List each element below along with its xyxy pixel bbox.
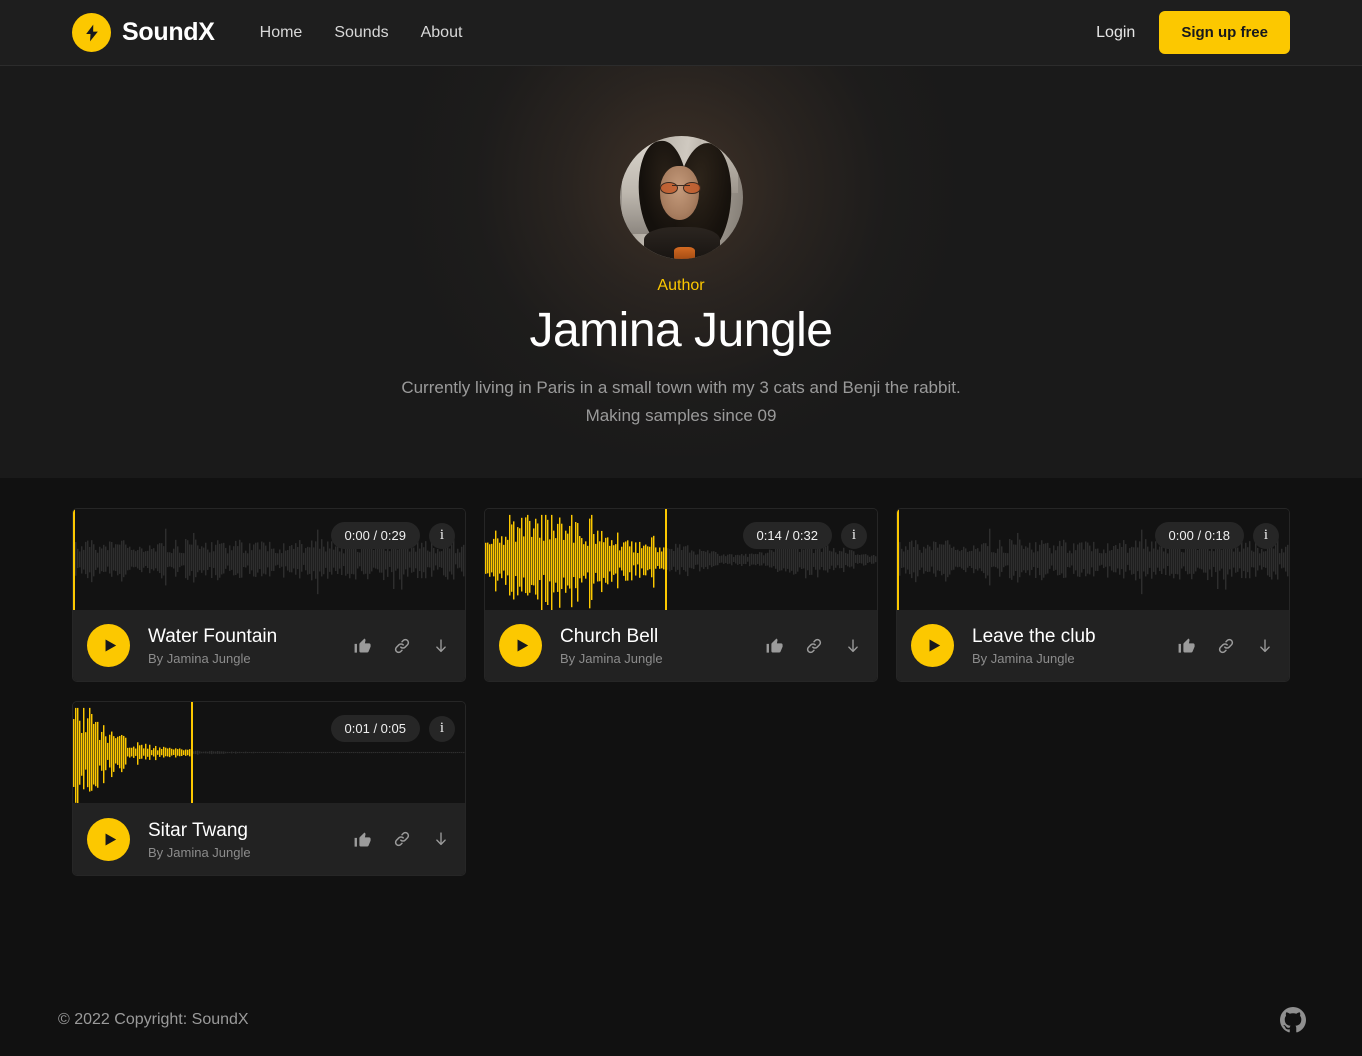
footer-social (1280, 1007, 1306, 1033)
play-icon (929, 639, 940, 652)
link-icon[interactable] (1216, 636, 1236, 656)
download-icon[interactable] (432, 829, 450, 849)
track-title: Water Fountain (148, 626, 278, 647)
waveform-overlay: 0:14 / 0:32 i (742, 522, 867, 549)
waveform-seek-area[interactable]: 0:01 / 0:05 i (73, 702, 465, 803)
waveform-seek-area[interactable]: 0:14 / 0:32 i (485, 509, 877, 610)
card-footer: Leave the club By Jamina Jungle (897, 610, 1289, 681)
playhead-cursor (190, 702, 193, 803)
info-button[interactable]: i (429, 522, 455, 549)
sound-card-grid: 0:00 / 0:29 i Water Fountain By Jamina Jung… (72, 508, 1290, 876)
card-footer: Church Bell By Jamina Jungle (485, 610, 877, 681)
waveform-overlay: 0:00 / 0:29 i (330, 522, 455, 549)
info-button[interactable]: i (429, 715, 455, 742)
thumbs-up-icon[interactable] (1177, 636, 1196, 655)
brand-logo-link[interactable]: SoundX (72, 13, 215, 52)
track-meta: Church Bell By Jamina Jungle (560, 625, 757, 666)
track-title: Leave the club (972, 626, 1096, 647)
signup-button[interactable]: Sign up free (1159, 11, 1290, 54)
sounds-section: 0:00 / 0:29 i Water Fountain By Jamina Jung… (0, 478, 1362, 876)
thumbs-up-icon[interactable] (765, 636, 784, 655)
brand-name: SoundX (122, 18, 215, 46)
track-meta: Leave the club By Jamina Jungle (972, 625, 1169, 666)
play-button[interactable] (87, 624, 130, 667)
sound-card: 0:01 / 0:05 i Sitar Twang By Jamina Jungle (72, 701, 466, 876)
card-footer: Water Fountain By Jamina Jungle (73, 610, 465, 681)
play-icon (105, 832, 116, 846)
nav-link-sounds[interactable]: Sounds (334, 24, 388, 42)
track-title: Sitar Twang (148, 819, 248, 841)
info-button[interactable]: i (841, 522, 867, 549)
time-display: 0:01 / 0:05 (330, 715, 420, 742)
play-button[interactable] (87, 817, 130, 861)
play-button[interactable] (911, 624, 954, 667)
info-button[interactable]: i (1253, 522, 1279, 549)
waveform-seek-area[interactable]: 0:00 / 0:18 i (897, 509, 1289, 610)
track-actions (353, 829, 450, 849)
playhead-cursor (665, 509, 668, 610)
thumbs-up-icon[interactable] (353, 636, 372, 655)
track-title: Church Bell (560, 626, 659, 647)
link-icon[interactable] (392, 829, 412, 849)
playhead-cursor (73, 509, 75, 610)
playhead-cursor (897, 509, 899, 610)
time-display: 0:14 / 0:32 (742, 522, 832, 549)
avatar (619, 136, 743, 259)
card-footer: Sitar Twang By Jamina Jungle (73, 803, 465, 875)
track-actions (765, 636, 862, 656)
play-button[interactable] (499, 624, 542, 667)
link-icon[interactable] (392, 636, 412, 656)
play-icon (105, 639, 116, 652)
waveform-overlay: 0:01 / 0:05 i (330, 715, 455, 742)
site-footer: © 2022 Copyright: SoundX (0, 984, 1362, 1056)
sound-card: 0:14 / 0:32 i Church Bell By Jamina Jungle (484, 508, 878, 682)
nav-links: Home Sounds About (260, 24, 463, 42)
nav-actions: Login Sign up free (1096, 11, 1290, 54)
hero-kicker: Author (657, 277, 705, 294)
play-icon (517, 639, 528, 652)
sound-card: 0:00 / 0:29 i Water Fountain By Jamina Jung… (72, 508, 466, 682)
time-display: 0:00 / 0:29 (330, 522, 420, 549)
download-icon[interactable] (1256, 636, 1274, 656)
thumbs-up-icon[interactable] (353, 830, 372, 849)
github-link[interactable] (1280, 1007, 1306, 1033)
hero-bio: Currently living in Paris in a small tow… (401, 378, 961, 425)
track-meta: Sitar Twang By Jamina Jungle (148, 819, 345, 860)
avatar-photo (619, 136, 743, 259)
track-actions (353, 636, 450, 656)
login-link[interactable]: Login (1096, 24, 1135, 42)
nav-link-home[interactable]: Home (260, 24, 303, 42)
page-title: Jamina Jungle (529, 304, 833, 357)
track-actions (1177, 636, 1274, 656)
waveform-seek-area[interactable]: 0:00 / 0:29 i (73, 509, 465, 610)
track-author: By Jamina Jungle (148, 651, 251, 666)
copyright-text: © 2022 Copyright: SoundX (58, 1011, 249, 1028)
link-icon[interactable] (804, 636, 824, 656)
sound-card: 0:00 / 0:18 i Leave the club By Jamina Jung… (896, 508, 1290, 682)
download-icon[interactable] (844, 636, 862, 656)
navbar: SoundX Home Sounds About Login Sign up f… (0, 0, 1362, 66)
time-display: 0:00 / 0:18 (1154, 522, 1244, 549)
nav-link-about[interactable]: About (421, 24, 463, 42)
track-author: By Jamina Jungle (972, 651, 1075, 666)
track-author: By Jamina Jungle (148, 844, 251, 860)
waveform-overlay: 0:00 / 0:18 i (1154, 522, 1279, 549)
track-meta: Water Fountain By Jamina Jungle (148, 625, 345, 666)
github-icon (1280, 1007, 1306, 1033)
hero-section: Author Jamina Jungle Currently living in… (0, 66, 1362, 478)
track-author: By Jamina Jungle (560, 651, 663, 666)
download-icon[interactable] (432, 636, 450, 656)
lightning-bolt-icon (72, 13, 111, 52)
